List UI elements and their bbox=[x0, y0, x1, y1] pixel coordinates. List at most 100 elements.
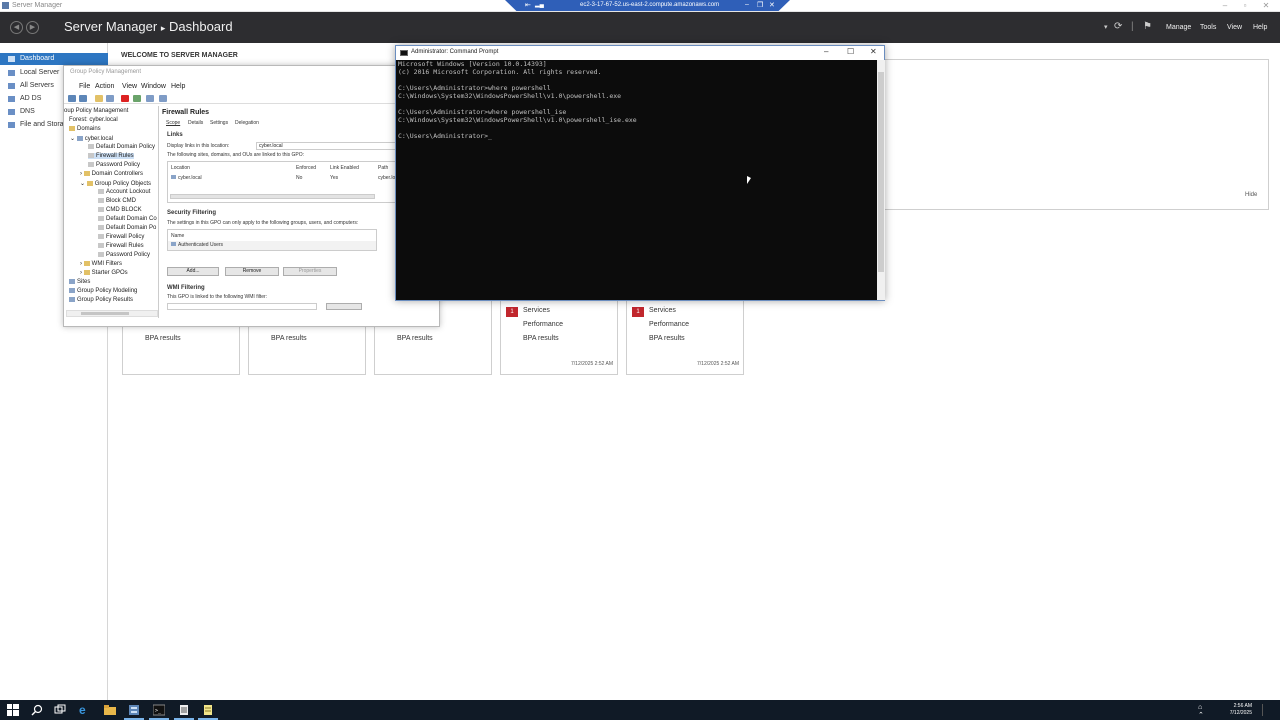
minimize-icon[interactable]: – bbox=[1215, 1, 1235, 11]
forward-button[interactable]: ▶ bbox=[26, 21, 39, 34]
tile-row-performance[interactable]: Performance bbox=[649, 321, 689, 328]
rdp-restore-icon[interactable]: ❐ bbox=[757, 1, 763, 9]
links-horizontal-scrollbar[interactable] bbox=[170, 194, 375, 199]
column-header-name[interactable]: Name bbox=[171, 233, 184, 239]
tree-item[interactable]: Firewall Policy bbox=[98, 234, 144, 240]
cmd-maximize-icon[interactable]: ☐ bbox=[847, 47, 854, 56]
tree-item[interactable]: ⌄ Group Policy Objects bbox=[80, 180, 151, 187]
open-wmi-button[interactable] bbox=[326, 303, 362, 310]
tree-item[interactable]: Default Domain Co bbox=[98, 216, 157, 222]
column-header-enforced[interactable]: Enforced bbox=[296, 165, 316, 171]
show-desktop-button[interactable] bbox=[1262, 704, 1268, 716]
tree-item[interactable]: Password Policy bbox=[88, 162, 140, 168]
refresh-icon[interactable]: ⟳ bbox=[1114, 21, 1122, 32]
sidebar-item-dashboard[interactable]: Dashboard bbox=[0, 53, 108, 65]
tree-item[interactable]: Account Lockout bbox=[98, 189, 150, 195]
file-explorer-icon[interactable] bbox=[104, 704, 116, 716]
rdp-minimize-icon[interactable]: – bbox=[745, 1, 749, 8]
gpm-menu-help[interactable]: Help bbox=[171, 83, 185, 90]
back-button[interactable]: ◀ bbox=[10, 21, 23, 34]
forward-icon[interactable] bbox=[79, 95, 87, 102]
tab-delegation[interactable]: Delegation bbox=[235, 120, 259, 126]
up-folder-icon[interactable] bbox=[95, 95, 103, 102]
tree-item[interactable]: › Starter GPOs bbox=[80, 270, 128, 276]
task-view-icon[interactable] bbox=[54, 704, 66, 716]
show-hide-tree-icon[interactable] bbox=[106, 95, 114, 102]
tree-item[interactable]: Firewall Rules bbox=[98, 243, 144, 249]
command-prompt-window[interactable]: Administrator: Command Prompt – ☐ ✕ Micr… bbox=[395, 45, 885, 301]
tree-item[interactable]: ⌄ cyber.local bbox=[70, 135, 113, 142]
tab-details[interactable]: Details bbox=[188, 120, 203, 126]
tree-item[interactable]: Group Policy Modeling bbox=[69, 288, 137, 294]
tree-item[interactable]: Default Domain Policy bbox=[88, 144, 155, 150]
cmd-vertical-scrollbar[interactable] bbox=[877, 60, 885, 300]
tab-settings[interactable]: Settings bbox=[210, 120, 228, 126]
menu-tools[interactable]: Tools bbox=[1200, 24, 1216, 31]
tree-item[interactable]: Block CMD bbox=[98, 198, 136, 204]
column-header-path[interactable]: Path bbox=[378, 165, 388, 171]
tree-item[interactable]: › Domain Controllers bbox=[80, 171, 143, 177]
tab-scope[interactable]: Scope bbox=[166, 120, 180, 126]
gpm-menu-view[interactable]: View bbox=[122, 83, 137, 90]
cmd-close-icon[interactable]: ✕ bbox=[870, 47, 877, 56]
tile-row-bpa[interactable]: BPA results bbox=[523, 335, 559, 342]
tree-item[interactable]: CMD BLOCK bbox=[98, 207, 142, 213]
group-policy-management-window[interactable]: Group Policy Management File Action View… bbox=[63, 65, 440, 327]
remove-button[interactable]: Remove bbox=[225, 267, 279, 276]
tile-row-services[interactable]: Services bbox=[649, 307, 676, 314]
maximize-icon[interactable]: ▫ bbox=[1235, 1, 1255, 11]
scrollbar-thumb[interactable] bbox=[878, 72, 884, 272]
console-prompt-line[interactable]: C:\Users\Administrator>_ bbox=[398, 132, 492, 140]
column-header-link-enabled[interactable]: Link Enabled bbox=[330, 165, 359, 171]
wmi-filter-dropdown[interactable] bbox=[167, 303, 317, 310]
menu-manage[interactable]: Manage bbox=[1166, 24, 1191, 31]
pin-icon[interactable]: ⇤ bbox=[525, 1, 531, 9]
console-output[interactable]: Microsoft Windows [Version 10.0.14393] (… bbox=[396, 60, 877, 300]
tree-horizontal-scrollbar[interactable] bbox=[66, 310, 158, 317]
tree-item[interactable]: Forest: cyber.local bbox=[69, 117, 118, 123]
taskbar-clock[interactable]: 2:56 AM 7/12/2025 bbox=[1222, 703, 1252, 717]
notepad-taskbar-icon[interactable] bbox=[174, 704, 194, 720]
tile-row-bpa[interactable]: BPA results bbox=[145, 335, 181, 342]
tree-item[interactable]: Sites bbox=[69, 279, 90, 285]
hide-link[interactable]: Hide bbox=[1245, 192, 1257, 198]
table-row[interactable]: Authenticated Users bbox=[168, 241, 376, 250]
dashboard-tile[interactable]: 1 Services Performance BPA results 7/12/… bbox=[500, 298, 618, 375]
cmd-minimize-icon[interactable]: – bbox=[824, 47, 828, 56]
add-button[interactable]: Add... bbox=[167, 267, 219, 276]
tree-item[interactable]: oup Policy Management bbox=[64, 108, 128, 114]
tree-item[interactable]: Group Policy Results bbox=[69, 297, 133, 303]
gpm-menu-file[interactable]: File bbox=[79, 83, 90, 90]
search-icon[interactable] bbox=[31, 704, 43, 716]
tree-item[interactable]: Default Domain Po bbox=[98, 225, 156, 231]
tree-item[interactable]: › WMI Filters bbox=[80, 261, 122, 267]
scrollbar-thumb[interactable] bbox=[81, 312, 129, 315]
menu-help[interactable]: Help bbox=[1253, 24, 1267, 31]
tile-row-bpa[interactable]: BPA results bbox=[649, 335, 685, 342]
tray-icons[interactable]: ⌂ ⌃ bbox=[1198, 704, 1210, 719]
tree-item-selected[interactable]: Firewall Rules bbox=[88, 153, 134, 160]
tree-item[interactable]: Password Policy bbox=[98, 252, 150, 258]
rdp-close-icon[interactable]: ✕ bbox=[769, 1, 775, 9]
tile-row-bpa[interactable]: BPA results bbox=[271, 335, 307, 342]
tree-item[interactable]: Domains bbox=[69, 126, 101, 132]
help-icon[interactable] bbox=[146, 95, 154, 102]
back-icon[interactable] bbox=[68, 95, 76, 102]
command-prompt-taskbar-icon[interactable]: >_ bbox=[149, 704, 169, 720]
dropdown-icon[interactable]: ▾ bbox=[1104, 23, 1108, 31]
tile-row-bpa[interactable]: BPA results bbox=[397, 335, 433, 342]
internet-explorer-icon[interactable]: e bbox=[79, 704, 91, 716]
tile-row-performance[interactable]: Performance bbox=[523, 321, 563, 328]
notifications-flag-icon[interactable]: ⚑ bbox=[1143, 21, 1152, 32]
server-manager-taskbar-icon[interactable] bbox=[124, 704, 144, 720]
column-header-location[interactable]: Location bbox=[171, 165, 190, 171]
dashboard-tile[interactable]: 1 Services Performance BPA results 7/12/… bbox=[626, 298, 744, 375]
gpm-menu-window[interactable]: Window bbox=[141, 83, 166, 90]
gpm-taskbar-icon[interactable] bbox=[198, 704, 218, 720]
properties-icon[interactable] bbox=[159, 95, 167, 102]
tile-row-services[interactable]: Services bbox=[523, 307, 550, 314]
refresh-icon[interactable] bbox=[133, 95, 141, 102]
delete-icon[interactable] bbox=[121, 95, 129, 102]
start-windows-icon[interactable] bbox=[7, 704, 19, 716]
gpm-menu-action[interactable]: Action bbox=[95, 83, 114, 90]
